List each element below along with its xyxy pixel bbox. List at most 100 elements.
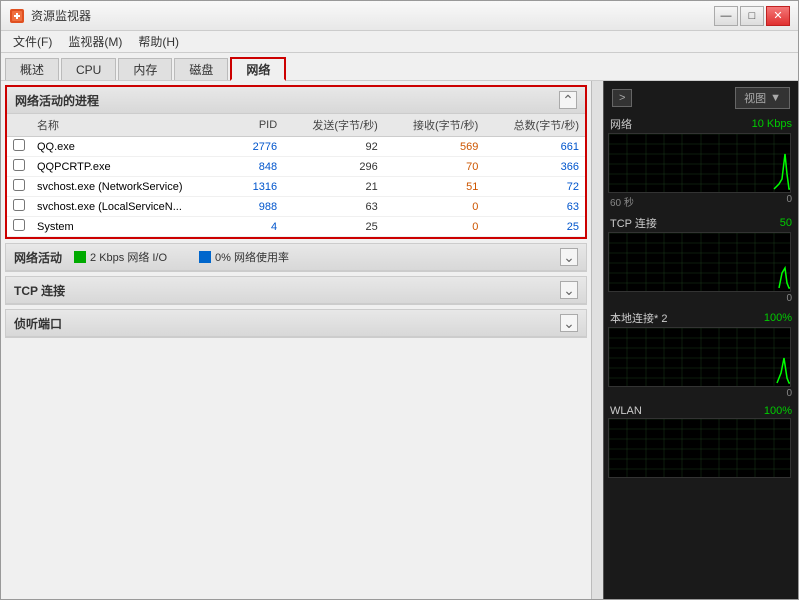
table-row[interactable]: QQ.exe 2776 92 569 661 — [7, 137, 585, 157]
maximize-button[interactable]: □ — [740, 6, 764, 26]
minimize-button[interactable]: — — [714, 6, 738, 26]
col-total[interactable]: 总数(字节/秒) — [484, 114, 585, 137]
menu-monitor[interactable]: 监视器(M) — [60, 31, 130, 52]
indicator-usage: 0% 网络使用率 — [199, 249, 289, 265]
row-checkbox[interactable] — [7, 217, 31, 237]
network-activity-inline: 网络活动 2 Kbps 网络 I/O 0% 网络使用率 — [14, 249, 560, 266]
col-recv[interactable]: 接收(字节/秒) — [384, 114, 485, 137]
listening-ports-toggle[interactable]: ⌄ — [560, 314, 578, 332]
chart-label: 网络 — [610, 116, 632, 132]
view-button[interactable]: 视图 ▼ — [735, 87, 790, 109]
row-pid: 4 — [236, 217, 283, 237]
menu-help[interactable]: 帮助(H) — [130, 31, 187, 52]
row-recv: 51 — [384, 177, 485, 197]
chart-canvas — [608, 418, 791, 478]
chart-block: 本地连接* 2 100% 0 — [608, 309, 794, 400]
chart-block: 网络 10 Kbps 60 秒 0 — [608, 115, 794, 210]
main-window: 资源监视器 — □ ✕ 文件(F) 监视器(M) 帮助(H) 概述 CPU 内存… — [0, 0, 799, 600]
menu-file[interactable]: 文件(F) — [5, 31, 60, 52]
row-recv: 0 — [384, 217, 485, 237]
row-checkbox[interactable] — [7, 137, 31, 157]
network-processes-table: 名称 PID 发送(字节/秒) 接收(字节/秒) 总数(字节/秒) QQ.exe… — [7, 114, 585, 237]
row-total: 63 — [484, 197, 585, 217]
tcp-connections-toggle[interactable]: ⌄ — [560, 281, 578, 299]
indicator-io: 2 Kbps 网络 I/O — [74, 249, 167, 265]
network-activity-header[interactable]: 网络活动 2 Kbps 网络 I/O 0% 网络使用率 — [6, 244, 586, 271]
network-processes-toggle[interactable]: ⌃ — [559, 91, 577, 109]
table-row[interactable]: QQPCRTP.exe 848 296 70 366 — [7, 157, 585, 177]
chart-time: 60 秒 0 — [608, 193, 794, 210]
network-activity-toggle[interactable]: ⌄ — [560, 248, 578, 266]
row-pid: 1316 — [236, 177, 283, 197]
chart-time: 0 — [608, 292, 794, 305]
listening-ports-header[interactable]: 侦听端口 ⌄ — [6, 310, 586, 337]
chart-label-row: TCP 连接 50 — [608, 214, 794, 232]
row-send: 21 — [283, 177, 384, 197]
row-checkbox[interactable] — [7, 177, 31, 197]
indicator-io-text: 2 Kbps 网络 I/O — [90, 249, 167, 265]
chart-value: 100% — [764, 405, 792, 417]
tab-network[interactable]: 网络 — [230, 57, 286, 81]
main-scrollbar[interactable] — [591, 81, 603, 599]
row-pid: 848 — [236, 157, 283, 177]
chart-label-row: 网络 10 Kbps — [608, 115, 794, 133]
green-indicator-box — [74, 251, 86, 263]
row-send: 296 — [283, 157, 384, 177]
network-indicators: 2 Kbps 网络 I/O 0% 网络使用率 — [74, 249, 560, 265]
tcp-connections-title: TCP 连接 — [14, 282, 65, 299]
row-total: 25 — [484, 217, 585, 237]
row-name: System — [31, 217, 236, 237]
right-panel: > 视图 ▼ 网络 10 Kbps 60 秒 0 T — [603, 81, 798, 599]
col-send[interactable]: 发送(字节/秒) — [283, 114, 384, 137]
tcp-connections-header[interactable]: TCP 连接 ⌄ — [6, 277, 586, 304]
menu-bar: 文件(F) 监视器(M) 帮助(H) — [1, 31, 798, 53]
row-send: 92 — [283, 137, 384, 157]
tab-overview[interactable]: 概述 — [5, 58, 59, 80]
tab-disk[interactable]: 磁盘 — [174, 58, 228, 80]
network-processes-header[interactable]: 网络活动的进程 ⌃ — [7, 87, 585, 114]
view-chevron-icon: ▼ — [770, 92, 781, 104]
close-button[interactable]: ✕ — [766, 6, 790, 26]
chart-value: 50 — [780, 217, 792, 229]
row-recv: 70 — [384, 157, 485, 177]
chart-canvas — [608, 232, 791, 292]
nav-button[interactable]: > — [612, 89, 632, 107]
row-name: QQ.exe — [31, 137, 236, 157]
row-pid: 988 — [236, 197, 283, 217]
title-bar: 资源监视器 — □ ✕ — [1, 1, 798, 31]
chart-label: WLAN — [610, 405, 642, 417]
blue-indicator-box — [199, 251, 211, 263]
row-name: QQPCRTP.exe — [31, 157, 236, 177]
tab-memory[interactable]: 内存 — [118, 58, 172, 80]
col-name[interactable]: 名称 — [31, 114, 236, 137]
chart-label-row: WLAN 100% — [608, 404, 794, 418]
network-processes-section: 网络活动的进程 ⌃ 名称 PID 发送(字节/秒) 接收(字节/秒) 总数(字节… — [5, 85, 587, 239]
chart-label-row: 本地连接* 2 100% — [608, 309, 794, 327]
left-panel: 网络活动的进程 ⌃ 名称 PID 发送(字节/秒) 接收(字节/秒) 总数(字节… — [1, 81, 591, 599]
row-checkbox[interactable] — [7, 157, 31, 177]
title-controls: — □ ✕ — [714, 6, 790, 26]
chart-grid-svg — [609, 419, 791, 478]
table-row[interactable]: System 4 25 0 25 — [7, 217, 585, 237]
col-pid[interactable]: PID — [236, 114, 283, 137]
table-row[interactable]: svchost.exe (NetworkService) 1316 21 51 … — [7, 177, 585, 197]
row-checkbox[interactable] — [7, 197, 31, 217]
network-processes-title: 网络活动的进程 — [15, 92, 99, 109]
chart-zero: 0 — [786, 388, 792, 399]
main-content-area: 网络活动的进程 ⌃ 名称 PID 发送(字节/秒) 接收(字节/秒) 总数(字节… — [1, 81, 798, 599]
title-text: 资源监视器 — [31, 7, 91, 24]
indicator-usage-text: 0% 网络使用率 — [215, 249, 289, 265]
col-checkbox — [7, 114, 31, 137]
tcp-connections-section: TCP 连接 ⌄ — [5, 276, 587, 305]
chart-zero: 0 — [786, 293, 792, 304]
chart-time: 0 — [608, 387, 794, 400]
row-recv: 569 — [384, 137, 485, 157]
view-label: 视图 — [744, 90, 766, 106]
chart-time-label: 60 秒 — [610, 194, 634, 209]
row-send: 25 — [283, 217, 384, 237]
chart-zero: 0 — [786, 194, 792, 209]
row-total: 366 — [484, 157, 585, 177]
tab-cpu[interactable]: CPU — [61, 58, 116, 80]
row-recv: 0 — [384, 197, 485, 217]
table-row[interactable]: svchost.exe (LocalServiceN... 988 63 0 6… — [7, 197, 585, 217]
